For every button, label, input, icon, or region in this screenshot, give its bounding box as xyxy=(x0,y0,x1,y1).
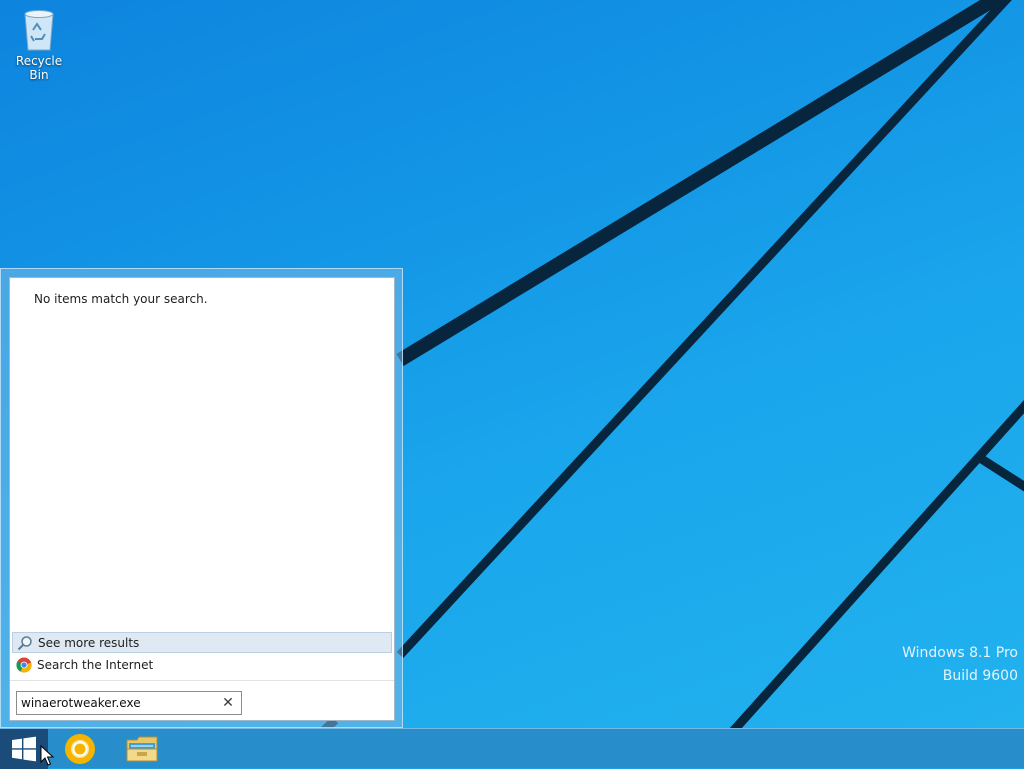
folder-icon xyxy=(126,736,158,762)
windows-logo-icon xyxy=(12,736,36,762)
taskbar xyxy=(0,728,1024,769)
mouse-pointer-icon xyxy=(40,745,54,766)
chrome-icon xyxy=(16,657,32,673)
recycle-bin-icon xyxy=(24,10,54,51)
start-search-box[interactable]: ✕ xyxy=(16,691,242,715)
watermark-edition: Windows 8.1 Pro xyxy=(902,645,1018,661)
taskbar-file-explorer-button[interactable] xyxy=(116,729,168,769)
desktop-icon-label: Recycle Bin xyxy=(15,54,63,82)
search-internet-label: Search the Internet xyxy=(37,657,154,672)
see-more-results-link[interactable]: See more results xyxy=(12,632,392,653)
no-results-message: No items match your search. xyxy=(34,292,208,306)
start-menu: No items match your search. See more res… xyxy=(0,268,403,728)
see-more-results-label: See more results xyxy=(38,635,140,650)
taskbar-chrome-button[interactable] xyxy=(54,729,106,769)
search-results-panel: No items match your search. See more res… xyxy=(9,277,395,721)
search-internet-link[interactable]: Search the Internet xyxy=(12,654,392,675)
os-watermark: Windows 8.1 Pro Build 9600 xyxy=(902,642,1018,688)
divider xyxy=(10,680,394,681)
start-search-input[interactable] xyxy=(17,693,217,713)
watermark-build: Build 9600 xyxy=(942,668,1018,684)
close-icon[interactable]: ✕ xyxy=(219,694,237,712)
desktop-icon-recycle-bin[interactable]: Recycle Bin xyxy=(6,6,72,82)
chrome-icon xyxy=(65,734,95,764)
search-icon xyxy=(17,635,32,650)
